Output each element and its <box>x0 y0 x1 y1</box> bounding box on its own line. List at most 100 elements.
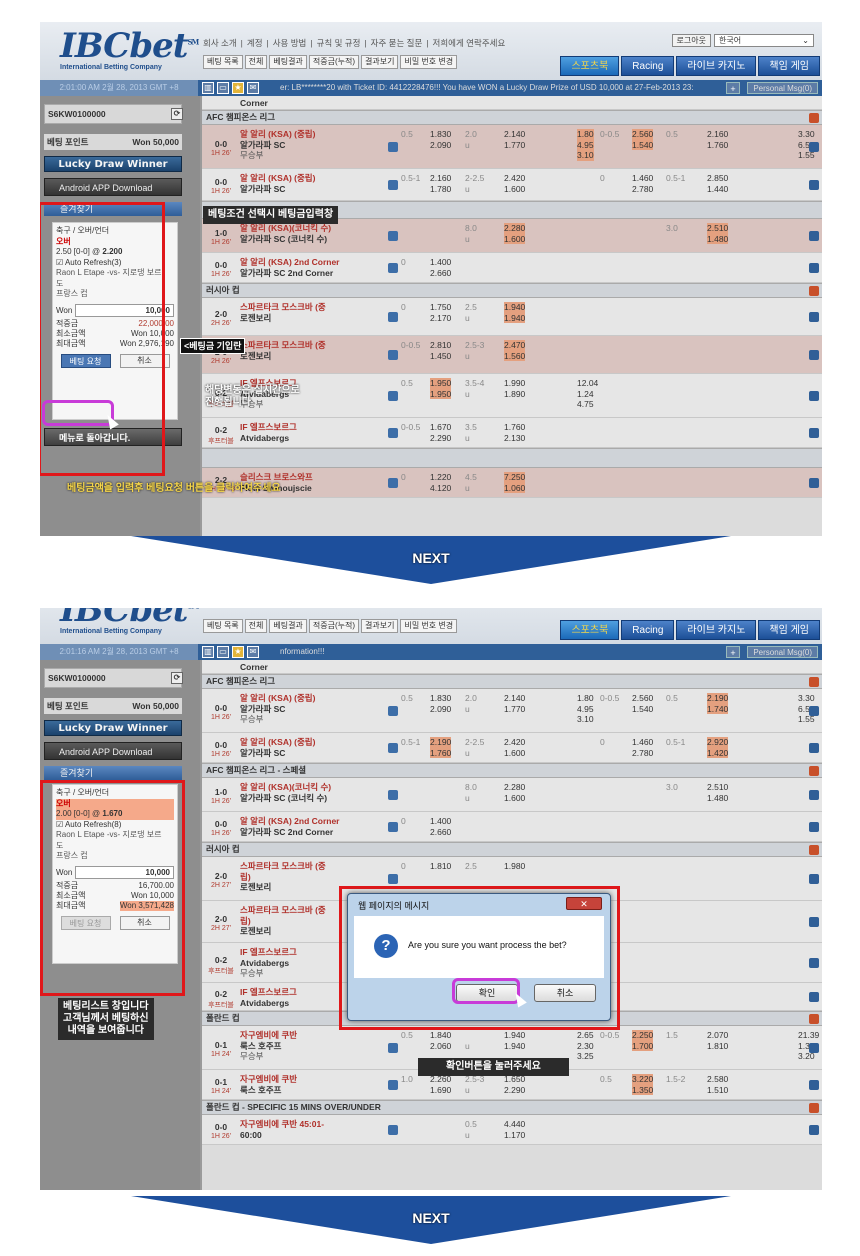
odds-value[interactable]: 2.070 <box>707 1030 728 1041</box>
sub-tab[interactable]: 비밀 번호 변경 <box>400 55 458 69</box>
away-team[interactable]: 알가라파 SC <box>240 140 315 151</box>
refresh-icon[interactable] <box>809 677 819 687</box>
away-team[interactable]: 알가라파 SC 2nd Corner <box>240 268 340 279</box>
away-team[interactable]: Atvidabergs <box>240 433 297 444</box>
odds-value[interactable]: 1.830 <box>430 693 451 704</box>
odds-value[interactable]: 3.30 <box>798 129 815 140</box>
odds-value[interactable]: 1.510 <box>707 1085 728 1096</box>
odds-value[interactable]: 1.940 <box>504 1030 525 1041</box>
odds-value[interactable]: 1.560 <box>504 350 526 361</box>
odds-value[interactable]: 1.810 <box>430 861 451 872</box>
announcement-marquee[interactable]: nformation!!! <box>280 644 720 660</box>
odds-value[interactable]: 4.95 <box>577 704 594 715</box>
away-team[interactable]: 알가라파 SC <box>240 704 315 715</box>
away-team[interactable]: 로젠보리 <box>240 351 326 362</box>
away-team[interactable]: Atvidabergs <box>240 998 297 1009</box>
odds-value[interactable]: 2.280 <box>504 782 525 793</box>
live-score-icon[interactable] <box>809 312 819 322</box>
stats-icon[interactable] <box>388 428 398 438</box>
live-score-icon[interactable] <box>809 822 819 832</box>
odds-value[interactable]: 1.350 <box>632 1084 654 1095</box>
cancel-button[interactable]: 취소 <box>534 984 596 1002</box>
home-team[interactable]: 알 알리 (KSA)(코너킥 수) <box>240 223 331 234</box>
odds-value[interactable]: 1.460 <box>632 173 653 184</box>
live-score-icon[interactable] <box>809 142 819 152</box>
refresh-icon[interactable]: ⟳ <box>171 672 183 684</box>
odds-value[interactable]: 1.760 <box>707 140 728 151</box>
home-team[interactable]: 자구엠비에 쿠반 <box>240 1030 297 1041</box>
top-link[interactable]: 회사 소개 <box>203 38 237 48</box>
refresh-icon[interactable] <box>809 113 819 123</box>
odds-value[interactable]: 3.25 <box>577 1051 594 1062</box>
site-logo[interactable]: IBCbetSM <box>60 26 199 66</box>
away-team[interactable]: 로젠보리 <box>240 313 326 324</box>
stats-icon[interactable] <box>388 142 398 152</box>
logout-button[interactable]: 로그아웃 <box>671 34 711 47</box>
live-score-icon[interactable] <box>809 428 819 438</box>
odds-value[interactable]: 2.160 <box>430 173 451 184</box>
odds-value[interactable]: 1.690 <box>430 1085 451 1096</box>
live-score-icon[interactable] <box>809 706 819 716</box>
main-tab[interactable]: 라이브 카지노 <box>676 56 757 76</box>
odds-value[interactable]: 2.090 <box>430 140 451 151</box>
main-tab[interactable]: 책임 게임 <box>758 56 820 76</box>
odds-value[interactable]: 1.940 <box>504 302 526 313</box>
stats-icon[interactable] <box>388 391 398 401</box>
main-tab[interactable]: 라이브 카지노 <box>676 620 757 640</box>
stats-icon[interactable] <box>388 1080 398 1090</box>
away-team[interactable]: 알가라파 SC (코너킥 수) <box>240 793 331 804</box>
list-icon[interactable]: ▥ <box>202 646 214 658</box>
live-score-icon[interactable] <box>809 391 819 401</box>
odds-value[interactable]: 1.760 <box>430 747 452 758</box>
stats-icon[interactable] <box>388 790 398 800</box>
refresh-icon[interactable] <box>809 286 819 296</box>
odds-value[interactable]: 2.920 <box>707 737 729 748</box>
odds-value[interactable]: 1.700 <box>632 1040 654 1051</box>
window-icon[interactable]: ▭ <box>217 646 229 658</box>
top-link[interactable]: 규칙 및 규정 <box>317 38 361 48</box>
live-score-icon[interactable] <box>809 180 819 190</box>
stats-icon[interactable] <box>388 822 398 832</box>
odds-value[interactable]: 1.400 <box>430 816 451 827</box>
odds-value[interactable]: 1.770 <box>504 140 525 151</box>
personal-msg-button[interactable]: Personal Msg(0) <box>747 646 818 658</box>
stats-icon[interactable] <box>388 180 398 190</box>
odds-value[interactable]: 1.540 <box>632 139 654 150</box>
odds-value[interactable]: 1.940 <box>504 312 526 323</box>
odds-value[interactable]: 2.190 <box>707 693 729 704</box>
odds-value[interactable]: 2.560 <box>632 129 654 140</box>
personal-msg-button[interactable]: Personal Msg(0) <box>747 82 818 94</box>
window-icon[interactable]: ▭ <box>217 82 229 94</box>
plus-icon[interactable]: + <box>726 82 740 94</box>
odds-value[interactable]: 1.830 <box>430 129 451 140</box>
odds-value[interactable]: 1.170 <box>504 1130 525 1141</box>
main-tab[interactable]: Racing <box>621 620 675 640</box>
live-score-icon[interactable] <box>809 790 819 800</box>
home-team[interactable]: IF 엘프스보르그 <box>240 947 297 958</box>
sub-tab[interactable]: 비밀 번호 변경 <box>400 619 458 633</box>
odds-value[interactable]: 3.10 <box>577 150 594 161</box>
odds-value[interactable]: 1.060 <box>504 482 526 493</box>
top-link[interactable]: 사용 방법 <box>273 38 307 48</box>
announcement-marquee[interactable]: er: LB********20 with Ticket ID: 4412228… <box>280 80 720 96</box>
odds-value[interactable]: 1.740 <box>707 703 729 714</box>
odds-value[interactable]: 2.420 <box>504 173 525 184</box>
league-header[interactable]: 러시아 컵 <box>202 842 822 857</box>
odds-value[interactable]: 2.30 <box>577 1041 594 1052</box>
odds-value[interactable]: 1.840 <box>430 1030 451 1041</box>
home-team[interactable]: 스파르타크 모스크바 (중 <box>240 302 326 313</box>
android-download-button[interactable]: Android APP Download <box>44 178 182 196</box>
odds-value[interactable]: 2.660 <box>430 268 451 279</box>
odds-value[interactable]: 4.440 <box>504 1119 525 1130</box>
message-icon[interactable]: ✉ <box>247 646 259 658</box>
odds-value[interactable]: 4.75 <box>577 399 594 410</box>
live-score-icon[interactable] <box>809 958 819 968</box>
home-team[interactable]: 알 알리 (KSA)(코너킥 수) <box>240 782 331 793</box>
home-team-cont[interactable]: 립) <box>240 872 326 883</box>
refresh-icon[interactable]: ⟳ <box>171 108 183 120</box>
sub-tab[interactable]: 베팅결과 <box>269 619 307 633</box>
stats-icon[interactable] <box>388 263 398 273</box>
odds-value[interactable]: 2.290 <box>430 433 451 444</box>
favorites-header[interactable]: 즐겨찾기 <box>44 766 182 780</box>
live-score-icon[interactable] <box>809 478 819 488</box>
